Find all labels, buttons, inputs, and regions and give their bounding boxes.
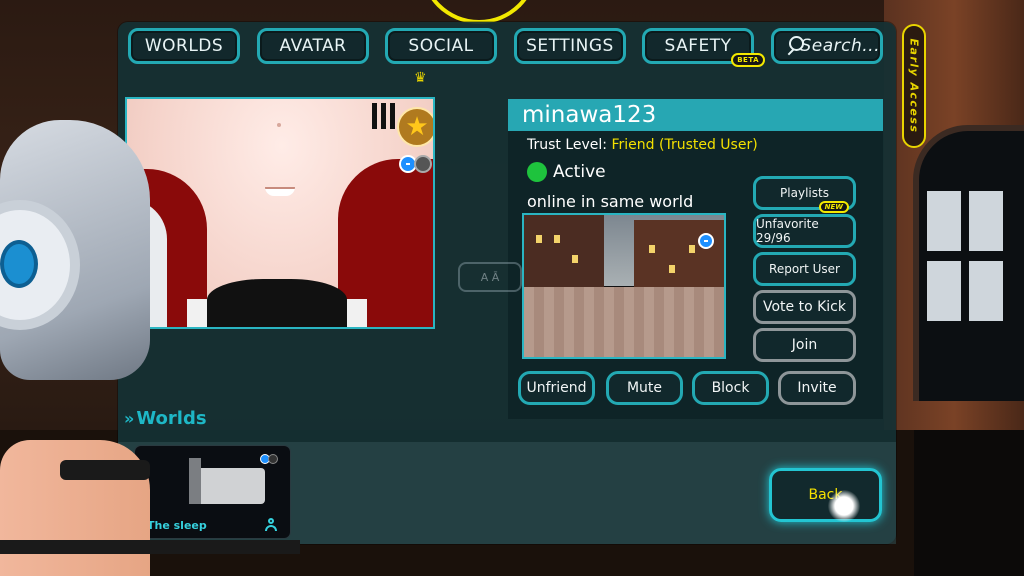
user-name: minawa123 <box>522 102 657 128</box>
unfavorite-button[interactable]: Unfavorite 29/96 <box>753 214 856 248</box>
invite-button[interactable]: Invite <box>778 371 856 405</box>
unfriend-button[interactable]: Unfriend <box>518 371 595 405</box>
avatar-mouth <box>265 187 295 196</box>
current-world-thumbnail[interactable] <box>522 213 726 359</box>
world-card-image <box>189 458 265 504</box>
background-piano <box>914 430 1024 576</box>
back-button[interactable]: Back <box>769 468 882 522</box>
report-user-label: Report User <box>769 262 840 276</box>
new-badge: NEW <box>818 201 849 213</box>
user-name-header: minawa123 <box>508 99 883 131</box>
trust-value: Friend (Trusted User) <box>611 137 758 153</box>
worlds-header-label: Worlds <box>136 408 207 429</box>
mute-label: Mute <box>626 380 663 396</box>
user-icon <box>264 518 278 532</box>
status-dot-icon <box>527 162 547 182</box>
background-window <box>913 125 1024 401</box>
early-access-tab[interactable]: Early Access <box>902 24 926 148</box>
world-card[interactable]: The sleep <box>135 446 290 538</box>
unfavorite-label: Unfavorite 29/96 <box>756 217 819 245</box>
vote-to-kick-button[interactable]: Vote to Kick <box>753 290 856 324</box>
nav-avatar-label: AVATAR <box>279 36 347 56</box>
beta-badge: BETA <box>731 53 765 67</box>
join-button[interactable]: Join <box>753 328 856 362</box>
star-icon: ★ <box>397 107 433 147</box>
vote-to-kick-label: Vote to Kick <box>763 299 846 315</box>
nav-safety-label: SAFETY <box>664 36 732 56</box>
invite-label: Invite <box>797 380 837 396</box>
trust-level: Trust Level: Friend (Trusted User) <box>527 137 758 153</box>
nav-settings-button[interactable]: SETTINGS <box>514 28 626 64</box>
crown-icon: ♛ <box>414 70 427 86</box>
block-button[interactable]: Block <box>692 371 769 405</box>
nav-worlds-label: WORLDS <box>144 36 224 56</box>
search-label: Search... <box>800 36 880 56</box>
trust-label: Trust Level: <box>527 137 608 153</box>
join-label: Join <box>791 337 818 353</box>
report-user-button[interactable]: Report User <box>753 252 856 286</box>
chevron-right-icon: » <box>124 409 135 428</box>
nav-social-button[interactable]: SOCIAL <box>385 28 497 64</box>
search-icon <box>784 36 804 56</box>
nav-social-label: SOCIAL <box>408 36 474 56</box>
mic-icon <box>698 233 714 249</box>
mic-icon <box>399 155 433 173</box>
avatar-preview: ★ <box>125 97 435 329</box>
nav-settings-label: SETTINGS <box>526 36 614 56</box>
block-label: Block <box>711 380 750 396</box>
mic-icon <box>260 454 280 464</box>
status-label: Active <box>553 162 606 182</box>
nav-safety-button[interactable]: SAFETY BETA <box>642 28 765 67</box>
faded-background-button: A Ā <box>458 262 522 292</box>
playlists-button[interactable]: Playlists NEW <box>753 176 856 213</box>
user-location: online in same world <box>527 192 694 211</box>
user-status: Active <box>527 162 606 182</box>
worlds-section-header: » Worlds <box>124 408 207 429</box>
playlists-label: Playlists <box>780 186 829 200</box>
nav-avatar-button[interactable]: AVATAR <box>257 28 369 64</box>
nav-worlds-button[interactable]: WORLDS <box>128 28 240 64</box>
early-access-label: Early Access <box>907 38 921 134</box>
mute-button[interactable]: Mute <box>606 371 683 405</box>
search-button[interactable]: Search... <box>771 28 883 64</box>
cursor-pointer <box>828 490 860 522</box>
unfriend-label: Unfriend <box>526 380 587 396</box>
world-card-title: The sleep <box>147 519 207 532</box>
